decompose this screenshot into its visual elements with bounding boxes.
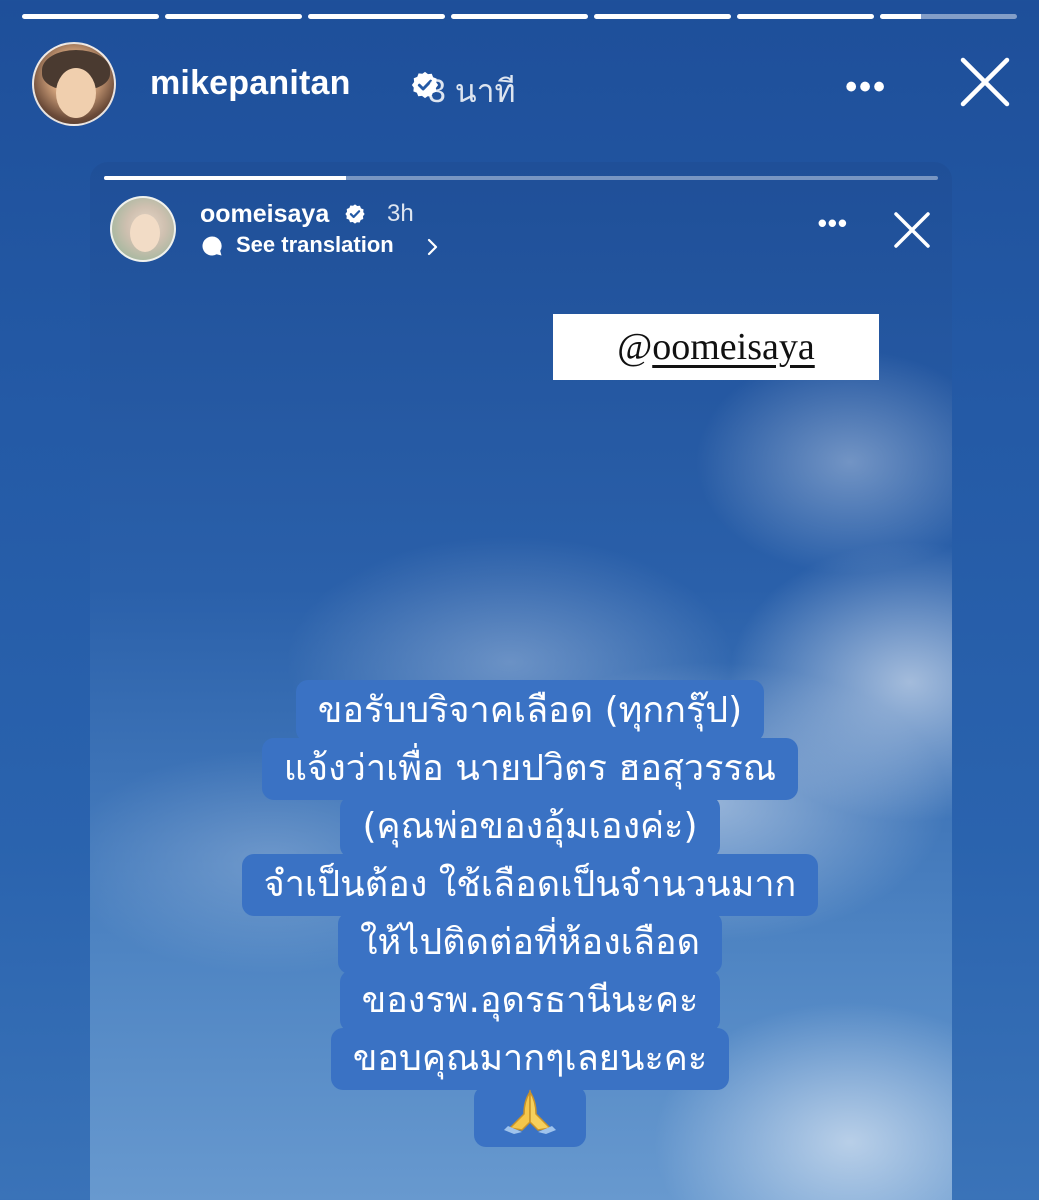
- progress-segment: [737, 14, 874, 19]
- message-line: (คุณพ่อของอุ้มเองค่ะ): [340, 796, 720, 858]
- close-icon[interactable]: [955, 52, 1015, 112]
- verified-badge-icon: [345, 204, 365, 224]
- message-line: แจ้งว่าเพื่อ นายปวิตร ฮอสุวรรณ: [261, 738, 799, 800]
- post-time: 3 นาที: [428, 73, 516, 109]
- chevron-right-icon: [427, 238, 438, 256]
- shared-story-more-options-icon[interactable]: •••: [818, 208, 848, 239]
- progress-segment: [594, 14, 731, 19]
- shared-story-card[interactable]: oomeisaya 3h See translation ••• @ oomeis…: [90, 162, 952, 1200]
- folded-hands-emoji-icon: [504, 1089, 556, 1134]
- progress-segment: [308, 14, 445, 19]
- more-options-icon[interactable]: •••: [845, 68, 887, 107]
- message-line: ให้ไปติดต่อที่ห้องเลือด: [337, 912, 723, 974]
- shared-story-time: 3h: [387, 200, 414, 227]
- story-header: mikepanitan 3 นาที •••: [32, 42, 1015, 128]
- mention-sticker[interactable]: @ oomeisaya: [553, 314, 879, 380]
- shared-story-progress-bar: [104, 176, 938, 180]
- see-translation-label: See translation: [236, 232, 394, 257]
- translation-bubble-icon: [202, 236, 222, 256]
- message-line: ขอรับบริจาคเลือด (ทุกกรุ๊ป): [295, 680, 765, 742]
- mention-at-symbol: @: [617, 326, 653, 368]
- progress-segment: [451, 14, 588, 19]
- progress-segment: [165, 14, 302, 19]
- progress-segment-current: [880, 14, 1017, 19]
- message-line: ของรพ.อุดรธานีนะคะ: [339, 970, 721, 1032]
- folded-hands-icon: [474, 1086, 586, 1147]
- shared-story-username[interactable]: oomeisaya: [200, 200, 329, 229]
- shared-story-close-icon[interactable]: [890, 208, 934, 252]
- username[interactable]: mikepanitan: [150, 64, 351, 103]
- mention-handle: oomeisaya: [652, 326, 815, 368]
- shared-story-avatar[interactable]: [110, 196, 176, 262]
- avatar[interactable]: [32, 42, 116, 126]
- progress-segment: [22, 14, 159, 19]
- story-message-text: ขอรับบริจาคเลือด (ทุกกรุ๊ป) แจ้งว่าเพื่อ…: [170, 680, 890, 1147]
- story-progress-bar: [22, 14, 1017, 19]
- message-line: จำเป็นต้อง ใช้เลือดเป็นจำนวนมาก: [241, 854, 819, 916]
- message-line: ขอบคุณมากๆเลยนะคะ: [330, 1028, 730, 1090]
